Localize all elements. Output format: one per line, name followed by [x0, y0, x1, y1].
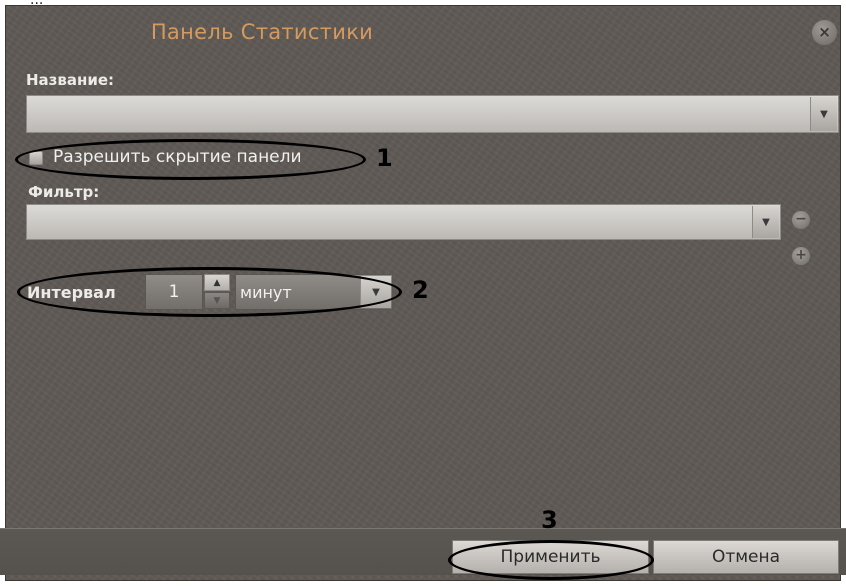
close-icon: ×: [818, 23, 831, 41]
annotation-number-3: 3: [541, 506, 558, 534]
filter-remove-button[interactable]: −: [792, 211, 810, 229]
chevron-down-icon[interactable]: ▼: [752, 206, 779, 238]
name-label: Название:: [26, 71, 115, 89]
filter-label: Фильтр:: [28, 183, 100, 201]
annotation-number-2: 2: [412, 276, 429, 304]
cancel-button[interactable]: Отмена: [653, 540, 839, 574]
chevron-down-icon[interactable]: ▼: [810, 97, 837, 131]
annotation-ellipse-2: [17, 267, 402, 317]
dialog-titlebar[interactable]: Панель Статистики ×: [6, 6, 840, 60]
filter-dropdown[interactable]: ▼: [26, 204, 781, 240]
filter-add-button[interactable]: +: [792, 247, 810, 265]
dialog-title: Панель Статистики: [150, 20, 374, 44]
plus-icon: +: [795, 247, 807, 263]
name-dropdown[interactable]: ▼: [26, 95, 839, 133]
annotation-number-1: 1: [376, 144, 393, 172]
close-button[interactable]: ×: [812, 20, 837, 45]
annotation-ellipse-3: [448, 540, 654, 580]
annotation-ellipse-1: [15, 139, 366, 180]
minus-icon: −: [795, 211, 807, 227]
